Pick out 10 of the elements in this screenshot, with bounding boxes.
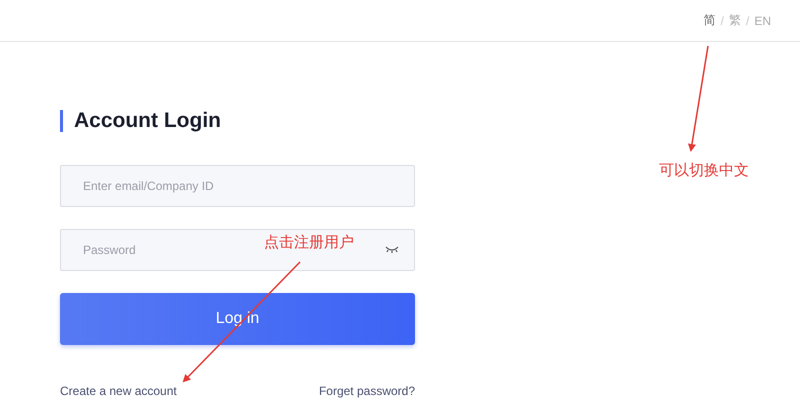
eye-closed-icon[interactable] [385, 246, 399, 254]
create-account-link[interactable]: Create a new account [60, 384, 177, 398]
page-title: Account Login [60, 110, 415, 132]
annotation-text: 点击注册用户 [264, 233, 354, 252]
email-field[interactable]: Enter email/Company ID [60, 165, 415, 207]
language-link[interactable]: 简 [704, 12, 716, 29]
separator: / [746, 14, 750, 28]
separator: / [720, 14, 724, 28]
annotation-text: 可以切换中文 [659, 161, 749, 180]
forgot-password-link[interactable]: Forget password? [318, 384, 415, 398]
